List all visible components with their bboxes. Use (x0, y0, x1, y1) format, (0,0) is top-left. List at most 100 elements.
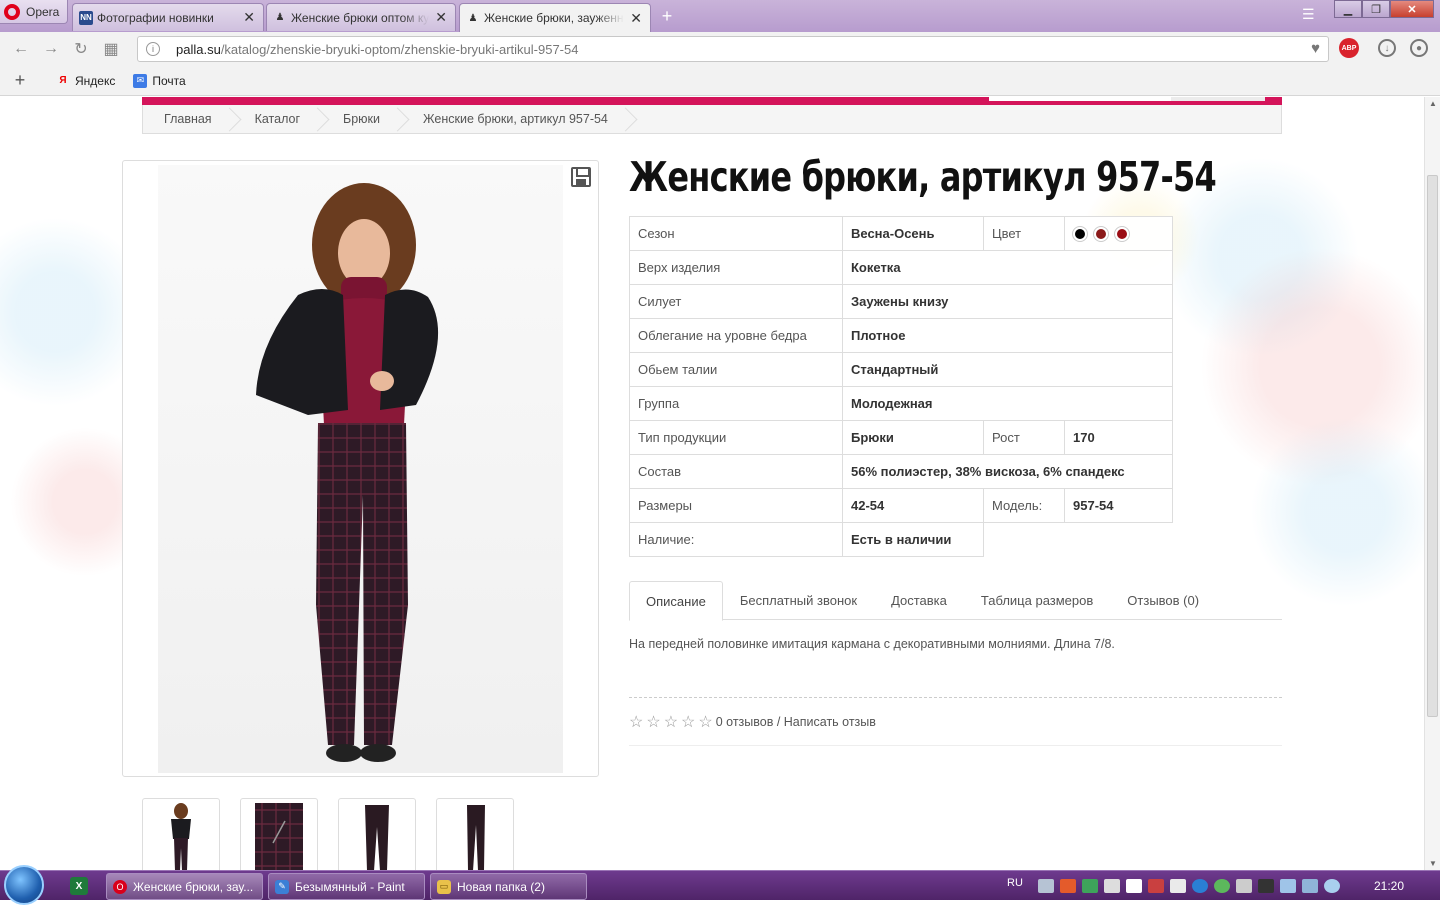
tab-title: Фотографии новинки (97, 10, 214, 25)
product-image-frame[interactable] (122, 160, 599, 777)
browser-tab[interactable]: ♟ Женские брюки оптом кул ✕ (266, 3, 456, 31)
color-swatch[interactable] (1073, 227, 1087, 242)
tab-size-chart[interactable]: Таблица размеров (964, 581, 1110, 620)
tray-app-icon[interactable] (1324, 879, 1340, 893)
close-window-icon[interactable]: ✕ (1390, 0, 1434, 18)
tray-app-icon[interactable] (1302, 879, 1318, 893)
star-icon: ☆ (663, 713, 679, 731)
attr-label: Рост (983, 420, 1065, 455)
attr-label: Сезон (629, 216, 843, 251)
scroll-up-icon[interactable]: ▲ (1425, 99, 1440, 108)
tab-menu-icon[interactable]: ☰ (1302, 6, 1315, 23)
taskbar-task[interactable]: ▭ Новая папка (2) (430, 873, 587, 900)
table-row: Сезон Весна-Осень Цвет (629, 216, 1173, 251)
download-icon[interactable]: ↓ (1378, 39, 1396, 57)
tray-app-icon[interactable] (1060, 879, 1076, 893)
attr-label: Размеры (629, 488, 843, 523)
star-icon: ☆ (646, 713, 661, 731)
tab-favicon-icon: NN (79, 10, 93, 25)
adblock-plus-icon[interactable]: ABP (1339, 38, 1359, 58)
scrollbar-thumb[interactable] (1427, 175, 1438, 717)
start-button[interactable] (4, 865, 44, 905)
product-thumbnail[interactable] (142, 798, 220, 870)
product-thumbnail[interactable] (436, 798, 514, 870)
add-bookmark-button[interactable]: + (0, 70, 40, 91)
windows-taskbar: X O Женские брюки, зау... ✎ Безымянный -… (0, 865, 1440, 905)
task-title: Женские брюки, зау... (133, 879, 254, 894)
attr-value: Весна-Осень (842, 216, 984, 251)
taskbar-task[interactable]: O Женские брюки, зау... (106, 873, 263, 900)
bookmark-heart-icon[interactable]: ♥ (1311, 40, 1320, 57)
bookmark-yandex[interactable]: Я Яндекс (56, 74, 115, 88)
tray-shield-icon[interactable] (1082, 879, 1098, 893)
taskbar-task[interactable]: ✎ Безымянный - Paint (268, 873, 425, 900)
tab-description[interactable]: Описание (629, 581, 723, 621)
attr-value: Стандартный (842, 352, 1173, 387)
save-image-icon[interactable] (571, 167, 591, 187)
task-title: Новая папка (2) (457, 879, 545, 894)
tray-app-icon[interactable] (1104, 879, 1120, 893)
tab-close-icon[interactable]: ✕ (433, 9, 449, 26)
tab-title: Женские брюки, зауженн (484, 11, 624, 25)
product-thumbnail[interactable] (338, 798, 416, 870)
back-arrow-icon[interactable]: ← (6, 40, 36, 58)
address-bar[interactable]: i palla.su /katalog/zhenskie-bryuki-opto… (137, 36, 1329, 62)
tray-app-icon[interactable] (1258, 879, 1274, 893)
breadcrumb-link[interactable]: Каталог (234, 105, 322, 134)
bookmark-mail[interactable]: ✉ Почта (133, 73, 186, 88)
attr-label: Верх изделия (629, 250, 843, 285)
site-info-icon[interactable]: i (146, 42, 160, 56)
volume-icon[interactable] (1236, 879, 1252, 893)
opera-menu-button[interactable]: Opera (0, 0, 68, 24)
table-row: Силует Заужены книзу (629, 284, 1173, 319)
minimize-icon[interactable]: ▁ (1334, 0, 1362, 18)
page-scrollbar[interactable]: ▲ ▼ (1424, 97, 1440, 870)
color-swatch[interactable] (1094, 227, 1108, 242)
attr-label: Наличие: (629, 522, 843, 557)
browser-tab[interactable]: NN Фотографии новинки ✕ (72, 3, 264, 31)
table-row: Группа Молодежная (629, 386, 1173, 421)
tab-free-call[interactable]: Бесплатный звонок (723, 581, 874, 620)
network-signal-icon[interactable] (1170, 879, 1186, 893)
breadcrumb-link[interactable]: Брюки (322, 105, 402, 134)
breadcrumb-link[interactable]: Главная (143, 105, 234, 134)
thumbnail-image (365, 805, 389, 870)
attr-label: Обьем талии (629, 352, 843, 387)
browser-tab-active[interactable]: ♟ Женские брюки, зауженн ✕ (459, 3, 651, 32)
new-tab-button[interactable]: + (657, 6, 677, 27)
tab-reviews[interactable]: Отзывов (0) (1110, 581, 1216, 620)
tray-app-icon[interactable] (1280, 879, 1296, 893)
language-indicator[interactable]: RU (1007, 877, 1023, 889)
tray-app-icon[interactable] (1038, 879, 1054, 893)
tab-favicon-icon: ♟ (468, 12, 478, 24)
search-button[interactable] (1171, 97, 1265, 101)
tray-app-icon[interactable] (1148, 879, 1164, 893)
bookmark-label: Почта (152, 73, 186, 88)
utorrent-icon[interactable] (1214, 879, 1230, 893)
attr-value: Брюки (842, 420, 984, 455)
search-input[interactable] (989, 97, 1171, 101)
taskbar-clock[interactable]: 21:20 (1374, 879, 1404, 893)
attr-value: Плотное (842, 318, 1173, 353)
opera-menu-label: Opera (26, 4, 60, 19)
scroll-down-icon[interactable]: ▼ (1425, 859, 1440, 868)
write-review-link[interactable]: Написать отзыв (784, 715, 876, 729)
account-icon[interactable]: ● (1410, 39, 1428, 57)
tab-close-icon[interactable]: ✕ (241, 9, 257, 26)
maximize-icon[interactable]: ❐ (1362, 0, 1390, 18)
thumbnail-image (255, 803, 303, 870)
color-swatch[interactable] (1115, 227, 1129, 242)
excel-icon[interactable]: X (70, 877, 88, 895)
breadcrumb-current[interactable]: Женские брюки, артикул 957-54 (402, 105, 630, 134)
reviews-count-link[interactable]: 0 отзывов (716, 715, 774, 729)
product-thumbnail[interactable] (240, 798, 318, 870)
reload-icon[interactable]: ↻ (66, 39, 96, 59)
tab-close-icon[interactable]: ✕ (628, 10, 644, 27)
tray-app-icon[interactable] (1192, 879, 1208, 893)
speed-dial-grid-icon[interactable]: ▦ (96, 39, 126, 59)
product-photo[interactable] (158, 165, 563, 773)
forward-arrow-icon[interactable]: → (36, 40, 66, 58)
tab-delivery[interactable]: Доставка (874, 581, 964, 620)
breadcrumb: Главная Каталог Брюки Женские брюки, арт… (142, 105, 1282, 134)
tray-app-icon[interactable] (1126, 879, 1142, 893)
